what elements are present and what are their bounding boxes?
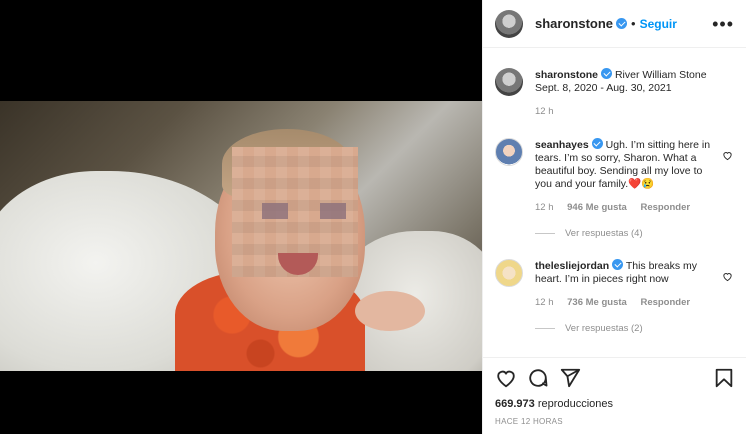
views-count[interactable]: 669.973 reproducciones xyxy=(495,398,735,410)
eye-right xyxy=(320,203,346,219)
caption-time[interactable]: 12 h xyxy=(535,106,554,117)
reply-button[interactable]: Responder xyxy=(640,202,690,213)
list-item: seanhayes Ugh. I’m sitting here in tears… xyxy=(495,138,735,214)
view-replies-button[interactable]: Ver respuestas (2) xyxy=(535,323,735,334)
comments-list[interactable]: sharonstone River William Stone Sept. 8,… xyxy=(483,48,746,357)
comment-meta: 12 h 736 Me gusta Responder xyxy=(535,296,713,309)
verified-icon xyxy=(591,138,603,149)
comment-time[interactable]: 12 h xyxy=(535,202,554,213)
views-label: reproducciones xyxy=(537,398,614,410)
post-header: sharonstone • Seguir ••• xyxy=(483,0,746,48)
avatar[interactable] xyxy=(495,9,523,38)
avatar[interactable] xyxy=(495,138,523,166)
child-hand xyxy=(355,291,425,331)
views-number: 669.973 xyxy=(495,398,535,410)
comment-meta: 12 h 946 Me gusta Responder xyxy=(535,201,713,214)
caption: sharonstone River William Stone Sept. 8,… xyxy=(495,68,735,118)
comment-time[interactable]: 12 h xyxy=(535,297,554,308)
avatar[interactable] xyxy=(495,68,523,96)
heart-icon[interactable] xyxy=(495,367,517,389)
caption-meta: 12 h xyxy=(535,105,713,118)
comment-likes[interactable]: 736 Me gusta xyxy=(567,297,627,308)
bookmark-icon[interactable] xyxy=(713,367,735,389)
eye-left xyxy=(262,203,288,219)
avatar[interactable] xyxy=(495,259,523,287)
comment-username[interactable]: seanhayes xyxy=(535,139,589,151)
video-frame[interactable] xyxy=(0,101,482,371)
separator-dot: • xyxy=(631,16,636,31)
heart-icon[interactable] xyxy=(722,150,733,161)
more-options-icon[interactable]: ••• xyxy=(712,15,734,33)
follow-button[interactable]: Seguir xyxy=(640,17,677,31)
verified-icon xyxy=(616,18,628,29)
share-icon[interactable] xyxy=(559,367,581,389)
view-replies-button[interactable]: Ver respuestas (4) xyxy=(535,228,735,239)
action-icons xyxy=(495,366,735,390)
list-item: thelesliejordan This breaks my heart. I’… xyxy=(495,259,735,309)
comment-username[interactable]: thelesliejordan xyxy=(535,260,609,272)
verified-icon xyxy=(601,68,613,79)
heart-icon[interactable] xyxy=(722,271,733,282)
comment-icon[interactable] xyxy=(527,367,549,389)
comment-likes[interactable]: 946 Me gusta xyxy=(567,202,627,213)
post-side-panel: sharonstone • Seguir ••• sharonstone Riv… xyxy=(482,0,746,434)
reply-button[interactable]: Responder xyxy=(640,297,690,308)
post-media[interactable] xyxy=(0,0,482,434)
post-actions: 669.973 reproducciones HACE 12 HORAS xyxy=(483,357,746,434)
post-timestamp[interactable]: HACE 12 HORAS xyxy=(495,417,735,426)
caption-username[interactable]: sharonstone xyxy=(535,69,598,81)
header-username[interactable]: sharonstone xyxy=(535,16,613,31)
verified-icon xyxy=(612,259,624,270)
